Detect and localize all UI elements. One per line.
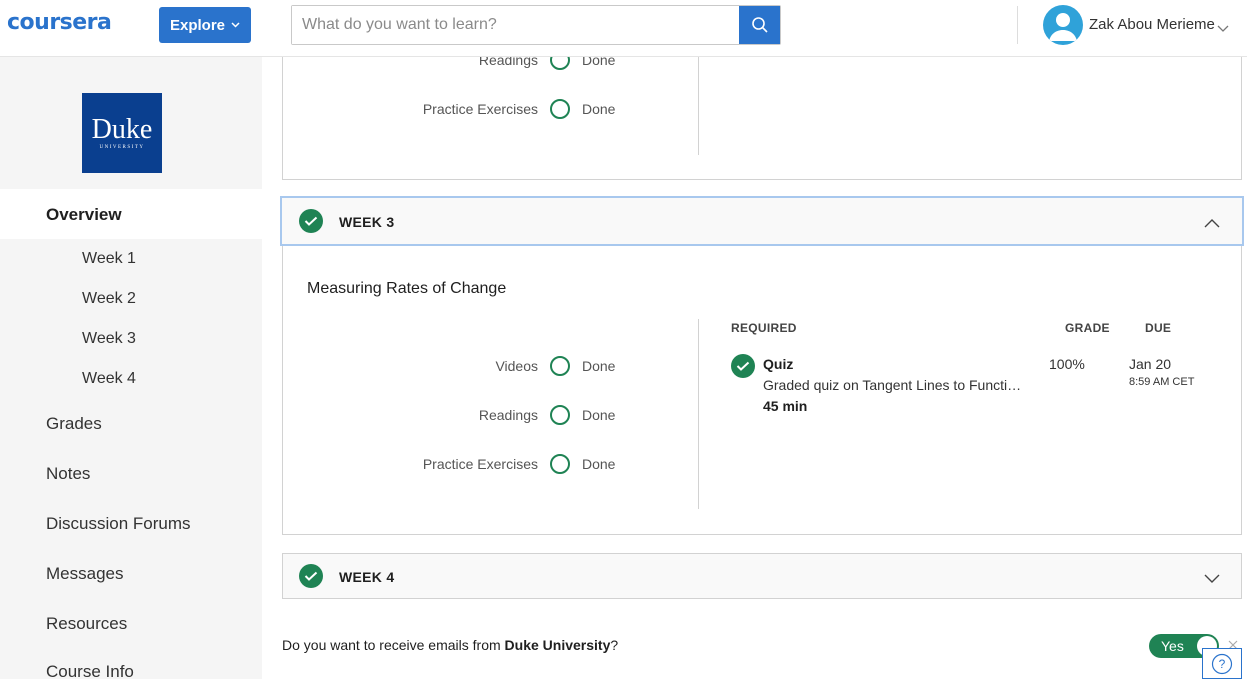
chevron-down-icon <box>231 20 240 30</box>
sidebar-item-week-3[interactable]: Week 3 <box>82 330 136 348</box>
sidebar-item-week-1[interactable]: Week 1 <box>82 250 136 268</box>
logo-sub-text: UNIVERSITY <box>99 144 145 150</box>
toggle-label: Yes <box>1161 638 1184 654</box>
header-divider <box>1017 6 1018 44</box>
chevron-up-icon[interactable] <box>1204 215 1220 233</box>
svg-text:?: ? <box>1219 657 1226 671</box>
chevron-down-icon[interactable] <box>1217 20 1229 38</box>
explore-button[interactable]: Explore <box>159 7 251 43</box>
check-icon <box>299 209 323 233</box>
status-ring-icon <box>550 99 570 119</box>
row-label-practice-exercises: Practice Exercises <box>422 456 538 472</box>
column-header-grade: GRADE <box>1065 321 1110 335</box>
status-ring-icon <box>550 454 570 474</box>
quiz-due-date: Jan 20 <box>1129 356 1172 372</box>
status-done: Done <box>582 101 616 117</box>
main-content: Readings Done Practice Exercises Done WE… <box>262 37 1247 679</box>
quiz-description[interactable]: Graded quiz on Tangent Lines to Function… <box>763 377 1028 393</box>
search-icon <box>751 17 768 33</box>
search-button[interactable] <box>739 6 780 44</box>
sidebar-item-overview-bg[interactable] <box>0 189 262 239</box>
column-header-required: REQUIRED <box>731 321 797 335</box>
duke-university-logo[interactable]: Duke UNIVERSITY <box>82 93 162 173</box>
sidebar-item-week-2[interactable]: Week 2 <box>82 290 136 308</box>
row-label-videos: Videos <box>495 358 538 374</box>
search-input[interactable] <box>292 6 739 44</box>
week-4-header[interactable] <box>282 553 1242 599</box>
column-divider <box>698 57 699 155</box>
logo-main-text: Duke <box>91 113 153 145</box>
explore-label: Explore <box>169 16 226 34</box>
sidebar-item-course-info[interactable]: Course Info <box>46 662 134 682</box>
column-header-due: DUE <box>1145 321 1172 335</box>
quiz-grade: 100% <box>1049 356 1085 372</box>
help-icon: ? <box>1211 653 1233 674</box>
sidebar-item-notes[interactable]: Notes <box>46 464 90 484</box>
week-4-title: WEEK 4 <box>339 569 395 585</box>
email-question-prefix: Do you want to receive emails from <box>282 637 505 653</box>
top-header: coursera Explore Zak Abou Merieme <box>0 0 1247 57</box>
help-button[interactable]: ? <box>1202 648 1242 679</box>
sidebar-item-week-4[interactable]: Week 4 <box>82 370 136 388</box>
status-ring-icon <box>550 356 570 376</box>
row-label-practice-exercises: Practice Exercises <box>422 101 538 117</box>
quiz-due-time: 8:59 AM CET <box>1129 376 1195 388</box>
user-name[interactable]: Zak Abou Merieme <box>1089 16 1215 33</box>
section-title: Measuring Rates of Change <box>307 280 507 297</box>
row-label-readings: Readings <box>478 407 538 423</box>
email-question-suffix: ? <box>610 637 619 653</box>
sidebar-item-messages[interactable]: Messages <box>46 564 123 584</box>
sidebar-item-resources[interactable]: Resources <box>46 614 127 634</box>
chevron-down-icon[interactable] <box>1204 571 1220 589</box>
search-bar <box>291 5 781 45</box>
email-org-name: Duke University <box>504 637 611 653</box>
course-sidebar: Duke UNIVERSITY Overview Week 1 Week 2 W… <box>0 57 262 682</box>
user-avatar[interactable] <box>1043 5 1083 45</box>
status-ring-icon <box>550 405 570 425</box>
week-3-title: WEEK 3 <box>339 214 395 230</box>
check-icon <box>731 354 755 378</box>
email-preference-question: Do you want to receive emails from Duke … <box>282 637 618 653</box>
status-done: Done <box>582 358 616 374</box>
check-icon <box>299 564 323 588</box>
sidebar-item-discussion-forums[interactable]: Discussion Forums <box>46 514 191 534</box>
week-3-header[interactable] <box>280 196 1244 246</box>
coursera-logo[interactable]: coursera <box>7 10 112 35</box>
quiz-duration: 45 min <box>763 398 808 414</box>
status-done: Done <box>582 456 616 472</box>
sidebar-item-grades[interactable]: Grades <box>46 414 102 434</box>
status-done: Done <box>582 407 616 423</box>
column-divider <box>698 319 699 509</box>
sidebar-item-overview[interactable]: Overview <box>46 205 122 225</box>
quiz-title[interactable]: Quiz <box>763 356 793 372</box>
